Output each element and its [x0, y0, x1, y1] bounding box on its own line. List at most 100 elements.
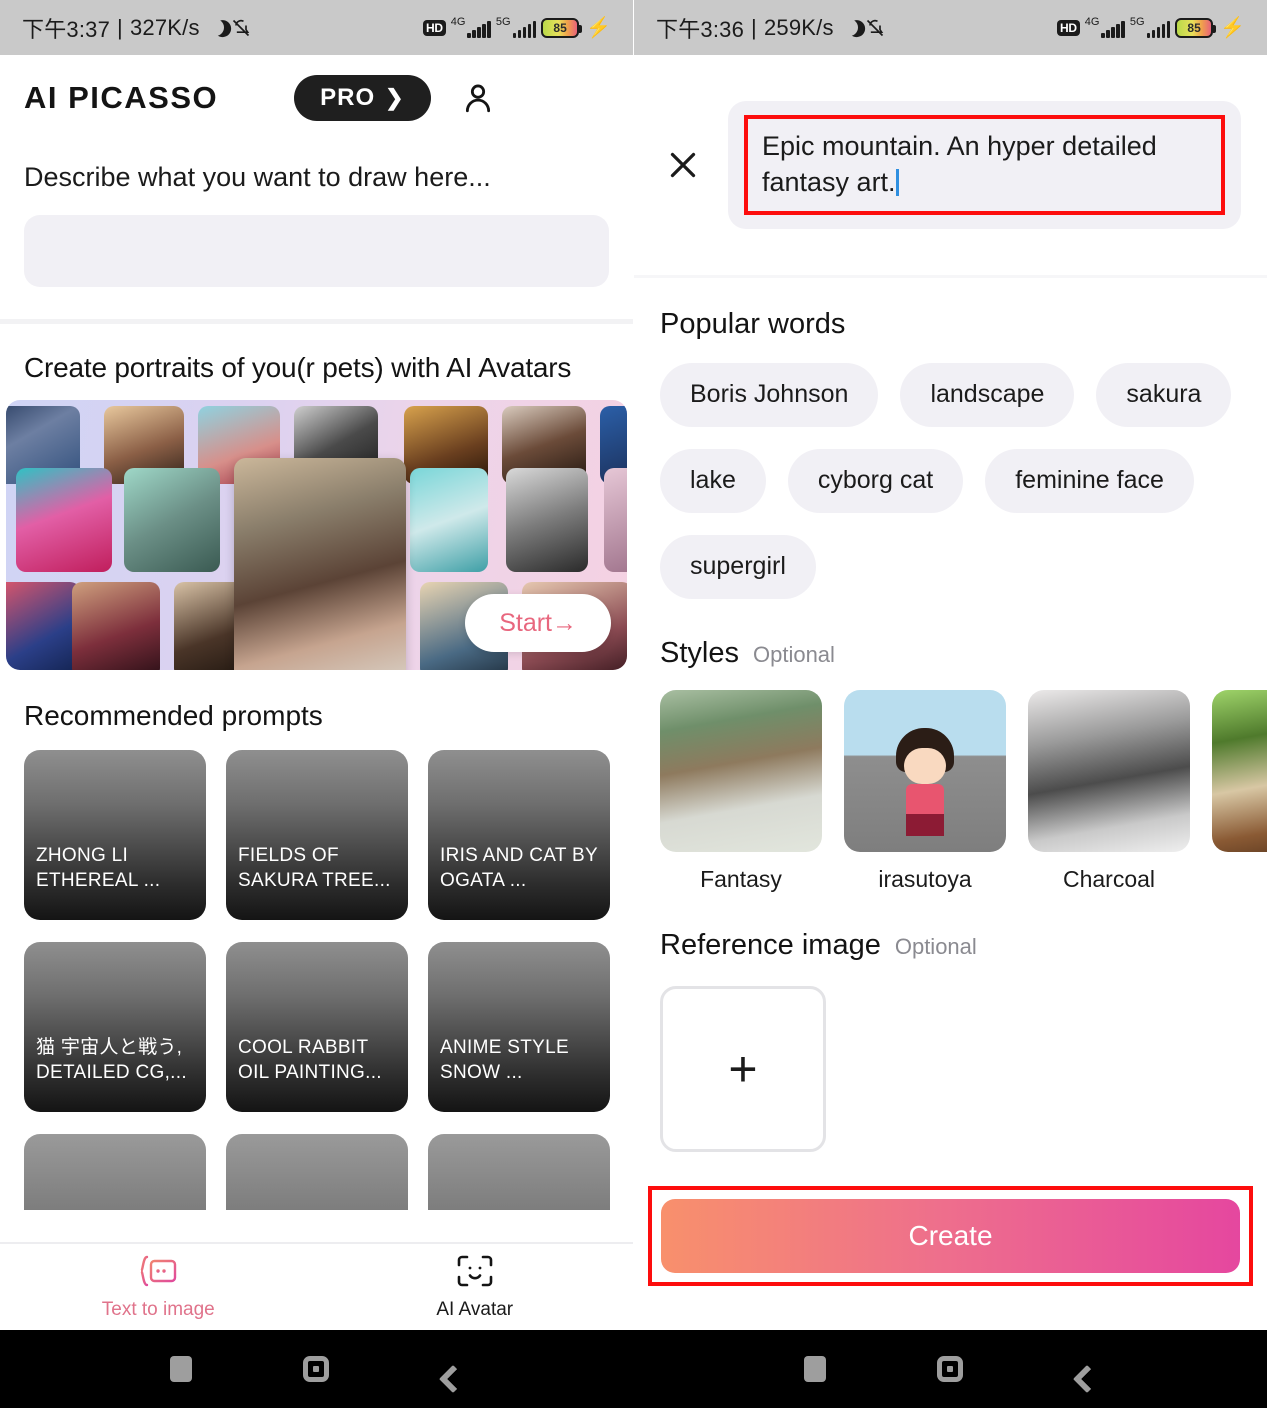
prompt-card[interactable] [428, 1134, 610, 1210]
prompt-card[interactable]: FIELDS OF SAKURA TREE... [226, 750, 408, 920]
styles-optional-label: Optional [752, 641, 835, 667]
popular-word-chip[interactable]: feminine face [985, 448, 1194, 513]
prompt-card-label: FIELDS OF SAKURA TREE... [238, 844, 391, 892]
prompt-card-label: COOL RABBIT OIL PAINTING... [238, 1036, 382, 1084]
avatar-thumb [506, 468, 588, 572]
face-scan-icon [456, 1254, 494, 1293]
plus-icon: + [728, 1040, 758, 1097]
start-label: Start→ [499, 608, 577, 637]
sim1-signal-icon: 4G [451, 17, 491, 38]
style-thumbnail [1212, 689, 1267, 852]
popular-words-label: Popular words [660, 307, 846, 340]
styles-label: Styles [660, 636, 739, 669]
back-button[interactable] [438, 1364, 468, 1394]
prompt-textarea[interactable]: Epic mountain. An hyper detailed fantasy… [744, 115, 1225, 215]
hd-voice-icon: HD [1056, 19, 1080, 36]
style-name: irasutoya [878, 865, 972, 892]
ai-avatars-title: Create portraits of you(r pets) with AI … [24, 352, 572, 383]
bell-off-icon [865, 18, 885, 38]
screen: 下午3:37 | 327K/s HD 4G 5G 85 ⚡ 下午3:36 | 2… [0, 0, 1267, 1408]
popular-word-chip[interactable]: Boris Johnson [660, 362, 879, 427]
popular-words-list: Boris Johnson landscape sakura lake cybo… [634, 341, 1267, 599]
home-button[interactable] [937, 1356, 963, 1382]
right-screen: Epic mountain. An hyper detailed fantasy… [634, 55, 1267, 1330]
prompt-input[interactable] [24, 215, 609, 287]
prompt-card[interactable] [24, 1134, 206, 1210]
status-bar-left-icons: HD 4G 5G 85 ⚡ [422, 15, 611, 40]
create-button-highlight: Create [648, 1185, 1253, 1286]
status-bar-right-info: 下午3:36 | 259K/s [656, 12, 885, 44]
prompt-card-label: ZHONG LI ETHEREAL ... [36, 844, 161, 892]
style-option-charcoal[interactable]: Charcoal [1028, 689, 1190, 893]
network-speed: 259K/s [763, 14, 834, 40]
account-person-icon[interactable] [461, 81, 495, 115]
style-option-3d[interactable]: 3D [1212, 689, 1267, 893]
home-button[interactable] [303, 1356, 329, 1382]
prompt-card-label: 猫 宇宙人と戦う, DETAILED CG,... [36, 1036, 187, 1084]
avatar-thumb [124, 468, 220, 572]
status-bar-left: 下午3:37 | 327K/s HD 4G 5G 85 ⚡ [0, 0, 633, 55]
do-not-disturb-moon-icon [838, 16, 861, 39]
style-thumbnail [660, 689, 822, 852]
styles-list: Fantasy irasutoya Charcoal 3D [634, 670, 1267, 893]
nav-tab-label: Text to image [101, 1298, 215, 1320]
avatar-thumb [604, 468, 627, 572]
prompt-card[interactable] [226, 1134, 408, 1210]
popular-word-chip[interactable]: supergirl [660, 534, 816, 599]
status-separator: | [751, 14, 757, 40]
describe-section-title: Describe what you want to draw here... [24, 162, 491, 192]
style-thumbnail [844, 689, 1006, 852]
avatar-thumb [72, 582, 160, 670]
hd-voice-icon: HD [422, 19, 446, 36]
prompt-card[interactable]: ANIME STYLE SNOW ... [428, 942, 610, 1112]
recommended-prompts-title: Recommended prompts [24, 700, 323, 731]
avatars-start-button[interactable]: Start→ [465, 594, 611, 652]
avatar-thumb [6, 582, 80, 670]
status-bar-right-icons: HD 4G 5G 85 ⚡ [1056, 15, 1245, 40]
android-nav-right [634, 1330, 1267, 1408]
popular-word-chip[interactable]: cyborg cat [787, 448, 964, 513]
prompt-card[interactable]: ZHONG LI ETHEREAL ... [24, 750, 206, 920]
avatar-thumb [410, 468, 488, 572]
avatar-thumb [16, 468, 112, 572]
status-bar-right: 下午3:36 | 259K/s HD 4G 5G 85 ⚡ [634, 0, 1267, 55]
prompt-card-label: ANIME STYLE SNOW ... [440, 1036, 569, 1084]
chevron-right-icon: ❯ [385, 84, 405, 110]
reference-image-label: Reference image [660, 928, 881, 961]
style-name: Charcoal [1062, 865, 1156, 892]
prompt-editor-row: Epic mountain. An hyper detailed fantasy… [634, 55, 1267, 229]
network-speed: 327K/s [129, 14, 200, 40]
recents-button[interactable] [170, 1356, 192, 1382]
add-reference-image-button[interactable]: + [660, 985, 826, 1152]
battery-icon: 85 [541, 17, 583, 38]
android-navigation-bar [0, 1330, 1267, 1408]
prompt-field-container: Epic mountain. An hyper detailed fantasy… [728, 101, 1241, 229]
style-thumbnail [1028, 689, 1190, 852]
battery-icon: 85 [1175, 17, 1217, 38]
styles-title: Styles Optional [634, 599, 1267, 670]
pro-label: PRO [320, 83, 376, 111]
popular-word-chip[interactable]: landscape [900, 362, 1075, 427]
pro-upgrade-button[interactable]: PRO ❯ [294, 74, 431, 121]
text-to-image-icon [138, 1254, 178, 1293]
nav-tab-text-to-image[interactable]: Text to image [0, 1254, 317, 1321]
popular-word-chip[interactable]: lake [660, 448, 766, 513]
clock: 下午3:37 [22, 16, 111, 42]
prompt-card[interactable]: COOL RABBIT OIL PAINTING... [226, 942, 408, 1112]
style-option-fantasy[interactable]: Fantasy [660, 689, 822, 893]
bell-off-icon [231, 18, 251, 38]
avatar-thumb-featured [234, 458, 406, 670]
style-option-irasutoya[interactable]: irasutoya [844, 689, 1006, 893]
create-button[interactable]: Create [661, 1198, 1240, 1273]
do-not-disturb-moon-icon [204, 16, 227, 39]
prompt-card[interactable]: IRIS AND CAT BY OGATA ... [428, 750, 610, 920]
popular-word-chip[interactable]: sakura [1096, 362, 1232, 427]
close-icon[interactable] [660, 142, 706, 188]
back-button[interactable] [1072, 1364, 1102, 1394]
recents-button[interactable] [804, 1356, 826, 1382]
ai-avatars-banner[interactable]: Start→ [6, 400, 627, 670]
app-logo: AI PICASSO [24, 79, 219, 115]
prompt-card[interactable]: 猫 宇宙人と戦う, DETAILED CG,... [24, 942, 206, 1112]
status-separator: | [117, 14, 123, 40]
nav-tab-ai-avatar[interactable]: AI Avatar [317, 1254, 634, 1321]
